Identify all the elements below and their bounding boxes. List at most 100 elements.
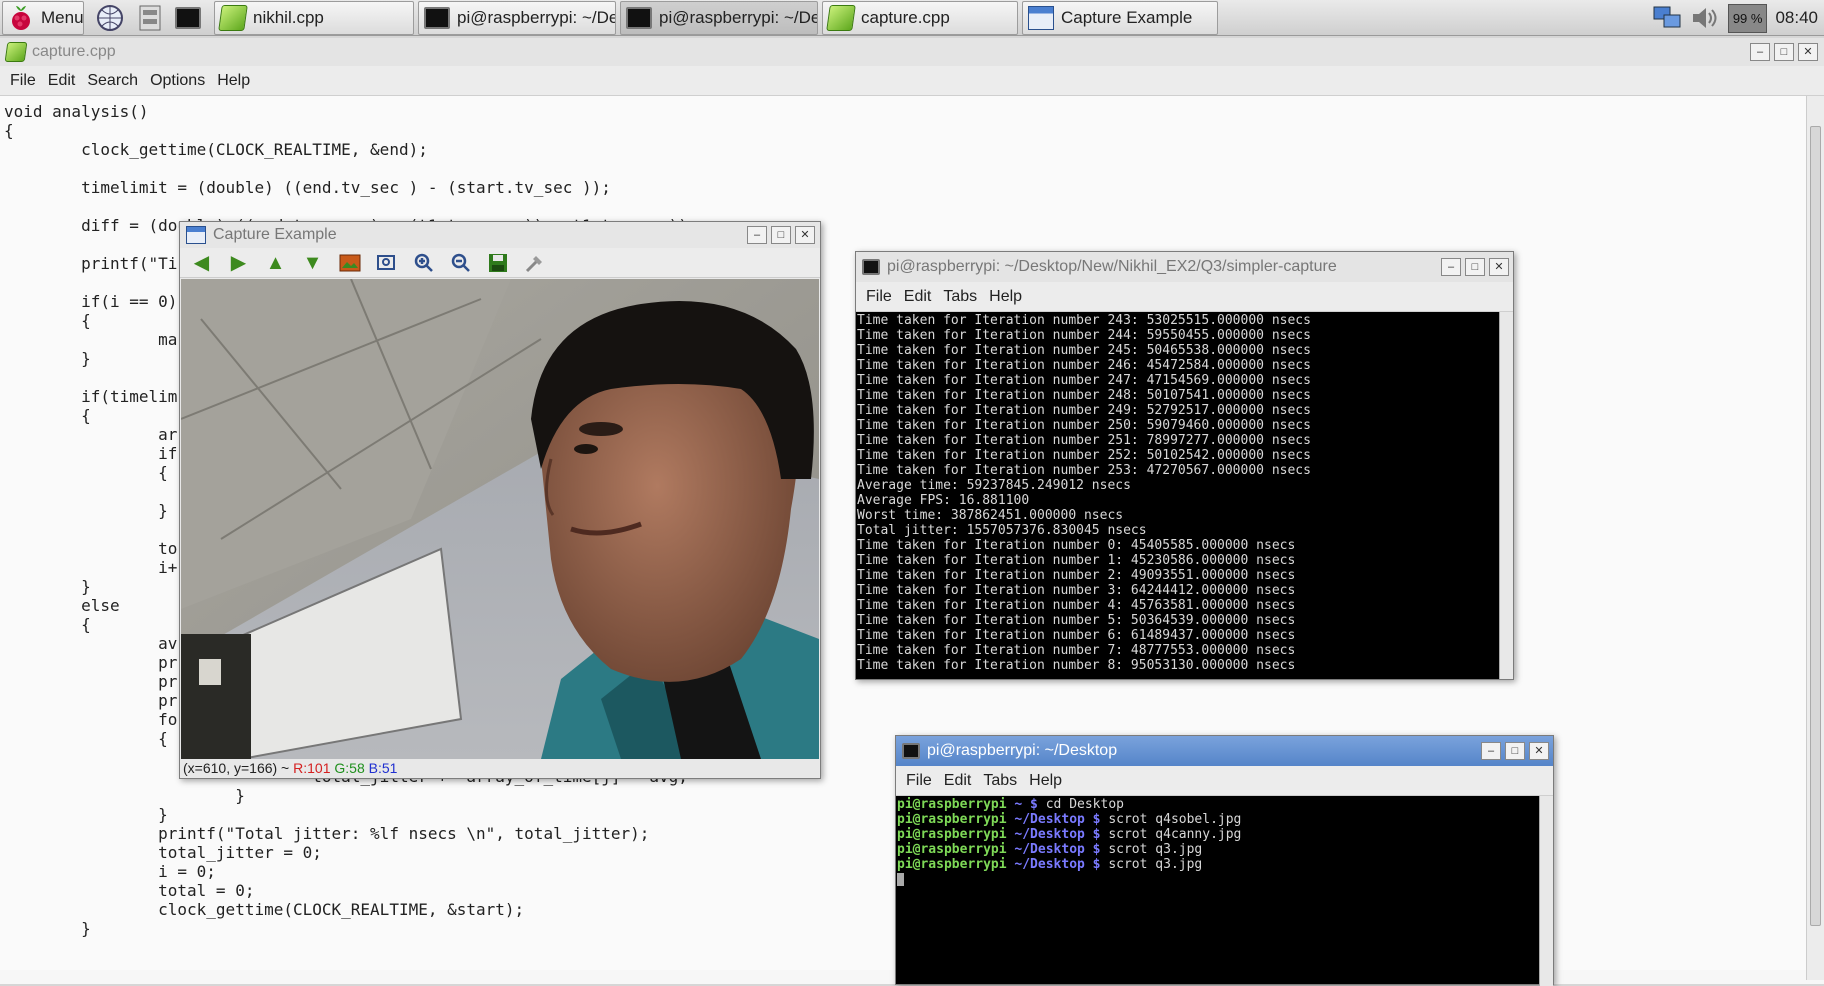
terminal-line: Time taken for Iteration number 250: 590…: [857, 418, 1311, 433]
task-label: pi@raspberrypi: ~/De...: [659, 8, 818, 27]
editor-menubar: File Edit Search Options Help: [0, 66, 1824, 96]
minimize-button[interactable]: –: [1750, 43, 1770, 61]
raspberry-icon: [12, 6, 30, 30]
clock[interactable]: 08:40: [1775, 8, 1818, 28]
menu-file[interactable]: File: [4, 72, 42, 90]
menu-file[interactable]: File: [860, 288, 898, 306]
prompt-user: pi@raspberrypi: [897, 842, 1007, 857]
minimize-button[interactable]: –: [1481, 742, 1501, 760]
prompt-dir: ~/Desktop $: [1006, 827, 1109, 842]
task-capture-cpp[interactable]: capture.cpp: [822, 1, 1018, 35]
terminal-line: Time taken for Iteration number 4: 45763…: [857, 598, 1296, 613]
prompt-user: pi@raspberrypi: [897, 857, 1007, 872]
arrow-up-icon[interactable]: ▲: [262, 251, 289, 275]
terminal-icon: [902, 743, 920, 759]
terminal-scrollbar[interactable]: [1539, 796, 1553, 986]
zoom-out-icon[interactable]: [447, 251, 474, 275]
terminal-line: Average FPS: 16.881100: [857, 493, 1030, 508]
prompt-command: scrot q3.jpg: [1108, 842, 1203, 857]
minimize-button[interactable]: –: [747, 226, 767, 244]
menu-edit[interactable]: Edit: [898, 288, 938, 306]
menu-help[interactable]: Help: [983, 288, 1028, 306]
close-button[interactable]: ✕: [795, 226, 815, 244]
menu-edit[interactable]: Edit: [938, 772, 978, 790]
zoom-in-icon[interactable]: [410, 251, 437, 275]
volume-icon[interactable]: [1690, 5, 1720, 31]
prompt-user: pi@raspberrypi: [897, 797, 1007, 812]
terminal-output[interactable]: pi@raspberrypi ~ $ cd Desktop pi@raspberr…: [896, 796, 1538, 986]
terminal-titlebar[interactable]: pi@raspberrypi: ~/Desktop/New/Nikhil_EX2…: [856, 252, 1513, 282]
task-label: Capture Example: [1061, 8, 1193, 27]
terminal-line: Time taken for Iteration number 251: 789…: [857, 433, 1311, 448]
network-icon[interactable]: [1652, 5, 1682, 31]
terminal-line: Time taken for Iteration number 2: 49093…: [857, 568, 1296, 583]
task-terminal-1[interactable]: pi@raspberrypi: ~/De...: [418, 1, 616, 35]
menu-file[interactable]: File: [900, 772, 938, 790]
prompt-dir: ~/Desktop $: [1006, 812, 1109, 827]
maximize-button[interactable]: □: [1465, 258, 1485, 276]
arrow-right-icon[interactable]: ▶: [225, 251, 252, 275]
properties-icon[interactable]: [521, 251, 548, 275]
terminal-line: Time taken for Iteration number 247: 471…: [857, 373, 1311, 388]
maximize-button[interactable]: □: [1774, 43, 1794, 61]
terminal-icon: [424, 7, 450, 29]
maximize-button[interactable]: □: [771, 226, 791, 244]
status-green: G:58: [334, 760, 365, 776]
terminal-prompt-line: pi@raspberrypi ~/Desktop $ scrot q3.jpg: [897, 857, 1538, 872]
window-icon: [1028, 6, 1054, 30]
editor-title: capture.cpp: [32, 43, 116, 60]
terminal-output[interactable]: Time taken for Iteration number 243: 530…: [856, 312, 1498, 679]
zoom-fit-icon[interactable]: [373, 251, 400, 275]
save-icon[interactable]: [484, 251, 511, 275]
terminal-line: Time taken for Iteration number 7: 48777…: [857, 643, 1296, 658]
terminal-scrollbar[interactable]: [1499, 312, 1513, 679]
terminal-prompt-line: pi@raspberrypi ~/Desktop $ scrot q4canny…: [897, 827, 1538, 842]
terminal-prompt-line: pi@raspberrypi ~/Desktop $ scrot q3.jpg: [897, 842, 1538, 857]
menu-help[interactable]: Help: [211, 72, 256, 90]
menu-search[interactable]: Search: [81, 72, 144, 90]
camera-frame[interactable]: [181, 279, 819, 759]
terminal-prompt-line: pi@raspberrypi ~ $ cd Desktop: [897, 797, 1538, 812]
arrow-down-icon[interactable]: ▼: [299, 251, 326, 275]
terminal-cursor: [897, 873, 904, 886]
close-button[interactable]: ✕: [1529, 742, 1549, 760]
menu-edit[interactable]: Edit: [42, 72, 82, 90]
terminal-launcher[interactable]: [172, 2, 204, 34]
image-icon[interactable]: [336, 251, 363, 275]
status-red: R:101: [293, 760, 331, 776]
battery-indicator[interactable]: 99 %: [1727, 3, 1768, 33]
editor-scrollbar[interactable]: [1806, 96, 1824, 980]
scrollbar-thumb[interactable]: [1810, 126, 1821, 926]
task-terminal-2[interactable]: pi@raspberrypi: ~/De...: [620, 1, 818, 35]
menu-tabs[interactable]: Tabs: [937, 288, 983, 306]
close-button[interactable]: ✕: [1798, 43, 1818, 61]
capture-titlebar[interactable]: Capture Example: [180, 222, 820, 248]
terminal-icon: [175, 7, 201, 29]
system-tray: 99 % 08:40: [1652, 0, 1824, 36]
task-capture-example[interactable]: Capture Example: [1022, 1, 1218, 35]
prompt-dir: ~/Desktop $: [1006, 857, 1109, 872]
menu-help[interactable]: Help: [1023, 772, 1068, 790]
task-nikhil-cpp[interactable]: nikhil.cpp: [214, 1, 414, 35]
prompt-command: scrot q4canny.jpg: [1108, 827, 1242, 842]
maximize-button[interactable]: □: [1505, 742, 1525, 760]
file-manager-launcher[interactable]: [134, 2, 166, 34]
task-label: pi@raspberrypi: ~/De...: [457, 8, 616, 27]
terminal-line: Time taken for Iteration number 5: 50364…: [857, 613, 1296, 628]
menu-tabs[interactable]: Tabs: [977, 772, 1023, 790]
geany-editor-icon: [218, 5, 248, 31]
capture-example-window: Capture Example – □ ✕ ◀ ▶ ▲ ▼ (x=610, y=…: [179, 221, 821, 779]
browser-launcher[interactable]: [94, 2, 126, 34]
close-button[interactable]: ✕: [1489, 258, 1509, 276]
terminal-menubar: File Edit Tabs Help: [856, 282, 1513, 312]
menu-button[interactable]: Menu: [2, 1, 84, 35]
menu-options[interactable]: Options: [144, 72, 211, 90]
terminal-icon: [862, 259, 880, 275]
terminal-line: Time taken for Iteration number 253: 472…: [857, 463, 1311, 478]
capture-toolbar: ◀ ▶ ▲ ▼: [180, 248, 820, 278]
terminal-titlebar[interactable]: pi@raspberrypi: ~/Desktop: [896, 736, 1553, 766]
editor-titlebar[interactable]: capture.cpp: [0, 38, 1824, 66]
capture-window-controls: – □ ✕: [747, 226, 815, 244]
minimize-button[interactable]: –: [1441, 258, 1461, 276]
arrow-left-icon[interactable]: ◀: [188, 251, 215, 275]
